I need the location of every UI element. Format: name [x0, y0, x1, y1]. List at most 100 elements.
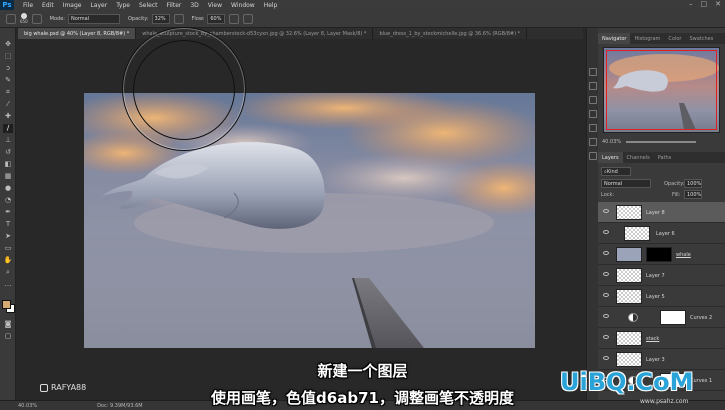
mode-select[interactable]: Normal	[67, 13, 120, 24]
clone-stamp-tool-icon[interactable]: ⊥	[3, 136, 13, 145]
layer-row[interactable]: Layer 7	[598, 265, 725, 286]
history-brush-tool-icon[interactable]: ↺	[3, 148, 13, 157]
path-select-tool-icon[interactable]: ➤	[3, 232, 13, 241]
layer-mask-thumbnail	[660, 310, 686, 325]
navigator-view-box[interactable]	[606, 50, 717, 130]
menu-edit[interactable]: Edit	[42, 2, 54, 9]
menu-image[interactable]: Image	[63, 2, 82, 9]
quick-mask-icon[interactable]: ◙	[3, 320, 13, 329]
menu-help[interactable]: Help	[264, 2, 278, 9]
tab-color[interactable]: Color	[664, 33, 685, 44]
lasso-tool-icon[interactable]: ↄ	[3, 64, 13, 73]
tab-blue-dress[interactable]: blue_dress_1_by_stockmichelle.jpg @ 36.6…	[373, 28, 528, 39]
layer-row[interactable]: whale	[598, 244, 725, 265]
tab-big-whale[interactable]: big whale.psd @ 40% (Layer 8, RGB/8#) *	[18, 28, 137, 39]
tab-swatches[interactable]: Swatches	[685, 33, 717, 44]
tab-navigator[interactable]: Navigator	[598, 33, 631, 44]
quick-select-tool-icon[interactable]: ✎	[3, 76, 13, 85]
crop-tool-icon[interactable]: ⌗	[3, 88, 13, 97]
menu-window[interactable]: Window	[231, 2, 255, 9]
eyedropper-tool-icon[interactable]: ⁄	[3, 100, 13, 109]
type-tool-icon[interactable]: T	[3, 220, 13, 229]
pressure-opacity-icon[interactable]	[173, 13, 184, 24]
app-logo[interactable]: Ps	[0, 0, 14, 10]
blend-mode-select[interactable]: Normal	[601, 179, 651, 188]
menu-3d[interactable]: 3D	[190, 2, 198, 9]
tab-layers[interactable]: Layers	[598, 152, 623, 163]
layer-opacity-label: Opacity:	[664, 181, 685, 187]
menu-type[interactable]: Type	[116, 2, 130, 9]
brush-size-picker[interactable]: 650	[20, 13, 28, 24]
layer-row[interactable]: Layer 6	[598, 223, 725, 244]
adjustments-panel-icon[interactable]	[589, 110, 597, 118]
airbrush-icon[interactable]	[229, 13, 240, 24]
layer-row[interactable]: Layer 8	[598, 202, 725, 223]
move-tool-icon[interactable]: ✥	[3, 40, 13, 49]
character-panel-icon[interactable]	[589, 124, 597, 132]
photoshop-window: Ps File Edit Image Layer Type Select Fil…	[0, 0, 725, 410]
properties-panel-icon[interactable]	[589, 96, 597, 104]
history-panel-icon[interactable]	[589, 68, 597, 76]
layer-row[interactable]: Layer 5	[598, 286, 725, 307]
maximize-icon[interactable]: □	[701, 0, 708, 8]
layer-row[interactable]: stack	[598, 328, 725, 349]
menu-filter[interactable]: Filter	[167, 2, 182, 9]
eraser-tool-icon[interactable]: ◧	[3, 160, 13, 169]
visibility-eye-icon[interactable]	[603, 251, 609, 255]
visibility-eye-icon[interactable]	[603, 230, 609, 234]
visibility-eye-icon[interactable]	[603, 335, 609, 339]
hand-tool-icon[interactable]: ✋	[3, 256, 13, 265]
navigator-thumbnail[interactable]	[603, 47, 720, 133]
paragraph-panel-icon[interactable]	[589, 138, 597, 146]
minimize-icon[interactable]: –	[689, 0, 693, 8]
pressure-size-icon[interactable]	[243, 13, 254, 24]
brush-tool-preset-icon[interactable]	[6, 13, 16, 24]
dodge-tool-icon[interactable]: ◔	[3, 196, 13, 205]
visibility-eye-icon[interactable]	[603, 209, 609, 213]
foreground-color-swatch[interactable]	[2, 300, 11, 309]
layer-mask-thumbnail	[646, 247, 672, 262]
window-controls: – □ ✕	[689, 0, 721, 8]
tab-paths[interactable]: Paths	[654, 152, 676, 163]
healing-tool-icon[interactable]: ✚	[3, 112, 13, 121]
more-tools-icon[interactable]: …	[3, 280, 13, 289]
gradient-tool-icon[interactable]: ▦	[3, 172, 13, 181]
layer-opacity-input[interactable]: 100%	[684, 179, 702, 188]
shape-tool-icon[interactable]: ▭	[3, 244, 13, 253]
brush-presets-icon[interactable]	[589, 152, 597, 160]
zoom-tool-icon[interactable]: ⌕	[3, 268, 13, 277]
fill-input[interactable]: 100%	[684, 190, 702, 199]
zoom-slider[interactable]	[626, 141, 696, 143]
menu-select[interactable]: Select	[139, 2, 158, 9]
layer-name: Layer 8	[646, 210, 665, 216]
layer-thumbnail	[616, 331, 642, 346]
visibility-eye-icon[interactable]	[603, 272, 609, 276]
actions-panel-icon[interactable]	[589, 82, 597, 90]
menu-view[interactable]: View	[208, 2, 222, 9]
brush-panel-icon[interactable]	[31, 13, 42, 24]
brush-tool-icon[interactable]: ∕	[3, 124, 13, 133]
menu-layer[interactable]: Layer	[90, 2, 107, 9]
close-icon[interactable]: ✕	[715, 0, 721, 8]
pen-tool-icon[interactable]: ✒	[3, 208, 13, 217]
screen-mode-icon[interactable]: ▢	[3, 332, 13, 341]
layer-name: Layer 5	[646, 294, 665, 300]
tab-histogram[interactable]: Histogram	[630, 33, 664, 44]
tab-label: big whale.psd @ 40% (Layer 8, RGB/8#) *	[24, 30, 130, 37]
opacity-input[interactable]: 32%	[151, 13, 170, 24]
flow-input[interactable]: 60%	[207, 13, 226, 24]
layer-row[interactable]: Curves 2	[598, 307, 725, 328]
tab-channels[interactable]: Channels	[623, 152, 654, 163]
layer-thumbnail	[616, 205, 642, 220]
visibility-eye-icon[interactable]	[603, 314, 609, 318]
menu-file[interactable]: File	[23, 2, 33, 9]
layer-name: Layer 7	[646, 273, 665, 279]
menu-bar: Ps File Edit Image Layer Type Select Fil…	[0, 0, 725, 10]
marquee-tool-icon[interactable]: ⬚	[3, 52, 13, 61]
navigator-zoom[interactable]: 40.03%	[602, 139, 621, 145]
blur-tool-icon[interactable]: ●	[3, 184, 13, 193]
visibility-eye-icon[interactable]	[603, 293, 609, 297]
layer-filter-select[interactable]: ⌕ Kind	[601, 167, 631, 176]
flow-value: 60%	[210, 15, 222, 22]
filter-kind: Kind	[606, 168, 618, 175]
